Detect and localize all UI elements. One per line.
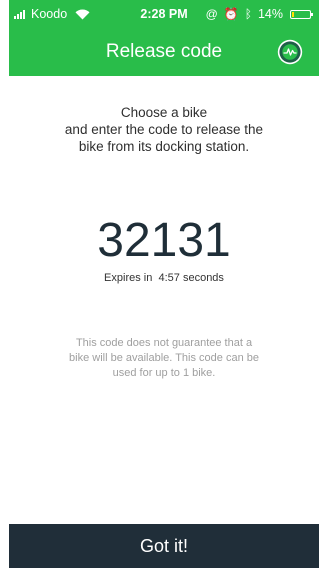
expiry-time: 4:57 [158, 272, 180, 284]
disclaimer-line-3: used for up to 1 bike. [112, 367, 216, 379]
disclaimer-line-1: This code does not guarantee that a [75, 337, 253, 349]
bike-share-logo-icon[interactable] [277, 39, 303, 65]
battery-level-fill [292, 11, 294, 17]
status-right: @ ⏰ ᛒ 14% [205, 5, 313, 23]
top-bar: Koodo 2:28 PM @ ⏰ ᛒ 14% Release code [9, 0, 319, 76]
got-it-button[interactable]: Got it! [9, 524, 319, 568]
at-icon: @ [205, 7, 218, 21]
instructions-line-3: bike from its docking station. [78, 139, 250, 154]
expiry-unit: seconds [182, 272, 224, 284]
battery-icon [290, 9, 313, 19]
instructions-line-1: Choose a bike [120, 105, 208, 120]
page-title: Release code [105, 41, 223, 62]
alarm-icon: ⏰ [223, 7, 239, 21]
battery-percent: 14% [257, 7, 283, 21]
bluetooth-icon: ᛒ [244, 7, 252, 21]
disclaimer-text: This code does not guarantee that a bike… [9, 336, 319, 381]
expiry-text: Expires in 4:57 seconds [9, 271, 319, 285]
expiry-label: Expires in [104, 272, 153, 284]
instructions-line-2: and enter the code to release the [64, 122, 264, 137]
disclaimer-line-2: bike will be available. This code can be [69, 352, 259, 364]
battery-tip [311, 12, 313, 16]
release-code-value: 32131 [97, 214, 231, 267]
status-bar: Koodo 2:28 PM @ ⏰ ᛒ 14% [9, 5, 319, 23]
instructions-text: Choose a bike and enter the code to rele… [9, 104, 319, 155]
